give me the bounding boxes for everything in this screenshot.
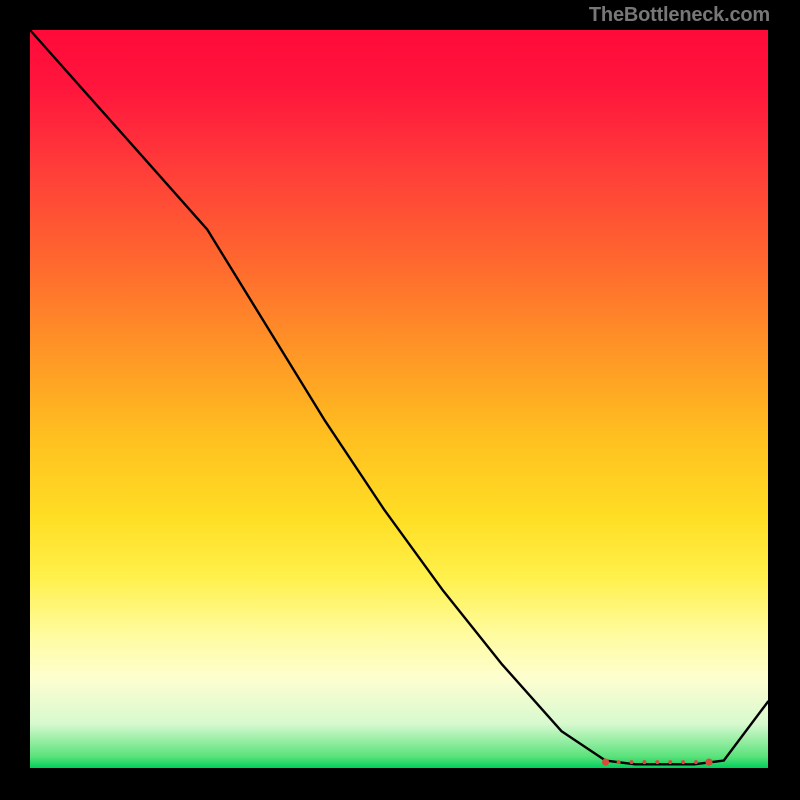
trough-dot	[602, 759, 609, 766]
trough-dot	[668, 760, 672, 764]
trough-dot	[705, 759, 712, 766]
trough-dot	[681, 760, 685, 764]
trough-dot	[630, 760, 634, 764]
trough-dot	[617, 760, 621, 764]
watermark-text: TheBottleneck.com	[589, 4, 770, 27]
bottleneck-curve	[30, 30, 768, 764]
chart-overlay	[30, 30, 768, 768]
trough-dot	[655, 760, 659, 764]
trough-dot	[642, 760, 646, 764]
trough-dot	[694, 760, 698, 764]
chart-frame: TheBottleneck.com	[0, 0, 800, 800]
